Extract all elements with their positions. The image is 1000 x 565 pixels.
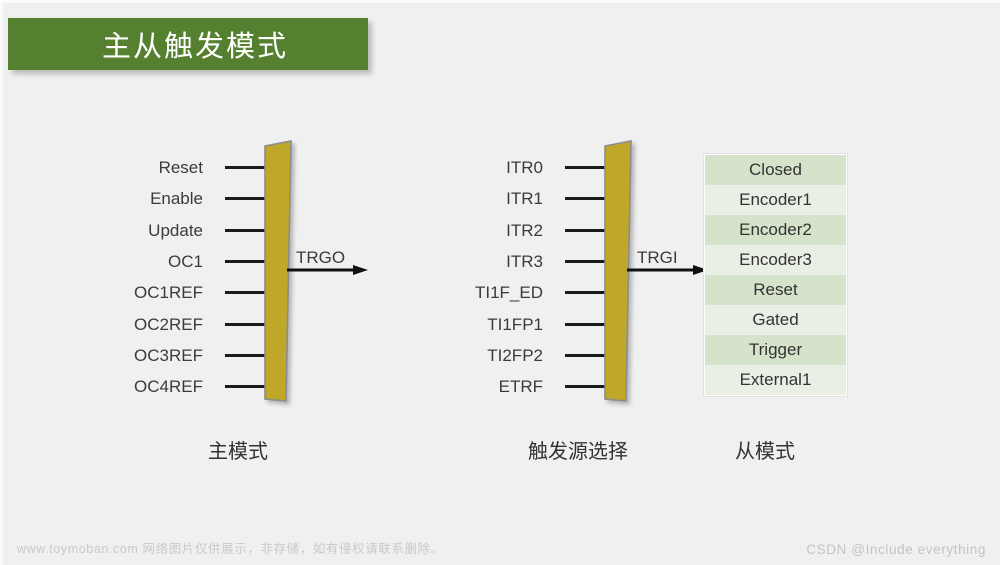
slave-mode-row[interactable]: Encoder3 xyxy=(705,245,846,275)
master-pin-label: Reset xyxy=(158,158,203,177)
trigger-pin-label: ITR2 xyxy=(506,220,543,240)
master-pin-label: OC1 xyxy=(168,251,203,271)
slave-mode-row[interactable]: External1 xyxy=(705,365,846,395)
master-pin-label: OC1REF xyxy=(134,283,203,303)
master-pin-label: OC3REF xyxy=(134,345,203,365)
slave-mode-caption: 从模式 xyxy=(735,439,795,463)
footer-watermark-right: CSDN @Include everything xyxy=(806,542,986,557)
slide-canvas: 主从触发模式 Reset Enable Update OC1 OC1REF OC2REF O… xyxy=(0,0,1000,565)
master-pin-label: OC2REF xyxy=(134,314,203,334)
title-banner: 主从触发模式 xyxy=(8,18,368,70)
trigger-pin-label: TI1FP1 xyxy=(487,314,543,334)
trigger-pin-label: ITR1 xyxy=(506,189,543,209)
trgi-arrow xyxy=(627,265,708,275)
slave-mode-list[interactable]: Closed Encoder1 Encoder2 Encoder3 Reset Gated… xyxy=(703,153,848,397)
slave-mode-row[interactable]: Encoder1 xyxy=(705,185,846,215)
trigger-pin-label: TI1F_ED xyxy=(474,283,543,303)
master-mode-caption: 主模式 xyxy=(208,439,268,463)
page-title: 主从触发模式 xyxy=(101,29,288,63)
slave-mode-row[interactable]: Encoder2 xyxy=(705,215,846,245)
trigger-pin-label: TI2FP2 xyxy=(487,345,543,365)
trigger-pin-label: ETRF xyxy=(498,377,543,397)
master-pin-label: Update xyxy=(148,220,203,240)
master-pin-label: Enable xyxy=(150,189,203,209)
slave-mode-row[interactable]: Trigger xyxy=(705,335,846,365)
trigger-source-caption: 触发源选择 xyxy=(528,439,628,463)
slave-mode-row[interactable]: Gated xyxy=(705,305,846,335)
slave-mode-row[interactable]: Reset xyxy=(705,275,846,305)
master-pin-label: OC4REF xyxy=(134,377,203,397)
trigger-pin-label: ITR0 xyxy=(506,158,543,177)
trigger-pin-label: ITR3 xyxy=(506,251,543,271)
footer-watermark-left: www.toymoban.com 网络图片仅供展示，非存储，如有侵权请联系删除。 xyxy=(17,542,444,556)
slave-mode-row[interactable]: Closed xyxy=(705,155,846,185)
